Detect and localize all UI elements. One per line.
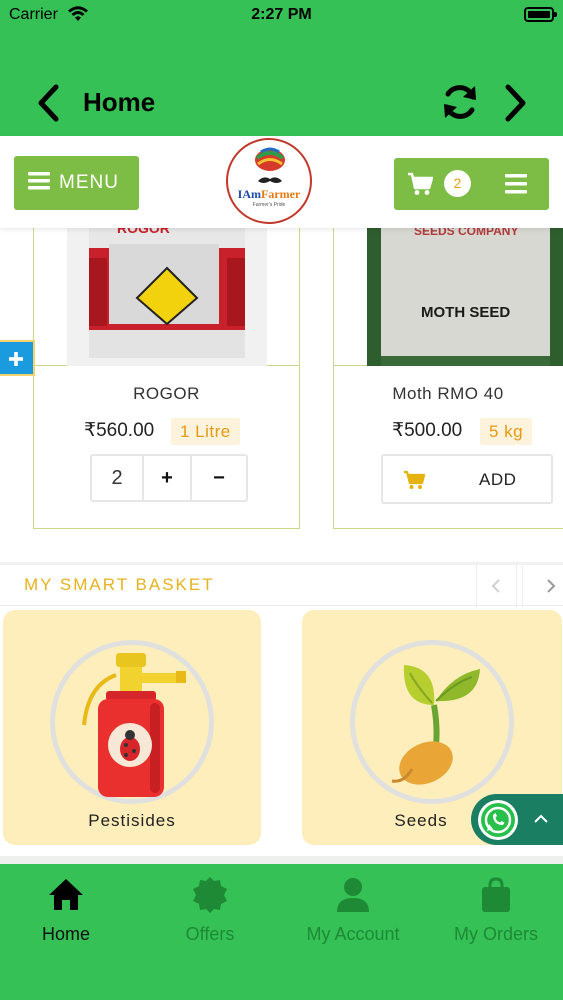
smart-basket-header: MY SMART BASKET	[0, 562, 563, 607]
chevron-right-icon[interactable]	[500, 83, 530, 123]
list-menu-icon[interactable]	[505, 174, 527, 194]
app-screen: Carrier 2:27 PM Home MENU IAmFarmer Farm…	[0, 0, 563, 1000]
product-carousel: ROGOR ROGOR ₹560.00 1 Litre 2 + − SEEDS …	[0, 228, 563, 558]
add-label: ADD	[479, 470, 517, 489]
tab-label: My Orders	[453, 924, 538, 944]
home-icon	[49, 879, 83, 910]
logo-wordmark: IAmFarmer	[237, 187, 301, 201]
top-bar: Carrier 2:27 PM Home	[0, 0, 563, 136]
section-title: MY SMART BASKET	[24, 575, 215, 594]
refresh-icon[interactable]	[440, 82, 480, 122]
cart-icon	[408, 172, 433, 195]
category-label: Pestisides	[88, 811, 176, 830]
product-unit-select[interactable]: 5 kg	[480, 418, 533, 445]
clock: 2:27 PM	[251, 6, 312, 23]
menu-label: MENU	[59, 172, 119, 193]
tab-home[interactable]: Home	[0, 864, 136, 964]
whatsapp-chat-button[interactable]	[471, 794, 563, 845]
product-unit-select[interactable]: 1 Litre	[171, 418, 240, 445]
seed-bag-label: MOTH SEED	[421, 304, 511, 321]
carousel-next-button[interactable]	[522, 565, 563, 607]
category-card-pesticides[interactable]: Pestisides	[3, 610, 261, 845]
product-image[interactable]: ROGOR	[34, 228, 299, 366]
plus-icon	[9, 352, 23, 366]
cart-icon	[404, 470, 425, 489]
chevron-up-icon[interactable]	[532, 810, 550, 828]
seed-bag-brand: SEEDS COMPANY	[414, 228, 519, 238]
product-name: ROGOR	[133, 384, 200, 403]
tab-label: Offers	[185, 924, 235, 944]
chevron-right-icon	[547, 579, 556, 593]
tab-offers[interactable]: Offers	[140, 864, 280, 964]
battery-icon	[524, 7, 557, 22]
product-card[interactable]: SEEDS COMPANY MOTH SEED Moth RMO 40 ₹500…	[333, 228, 563, 529]
tab-label: My Account	[306, 924, 400, 944]
tab-my-account[interactable]: My Account	[283, 864, 423, 964]
carousel-prev-button[interactable]	[476, 565, 517, 607]
chevron-left-icon[interactable]	[34, 83, 64, 123]
hamburger-icon	[28, 172, 50, 190]
add-to-cart-button[interactable]: ADD	[381, 454, 553, 504]
product-name: Moth RMO 40	[392, 384, 504, 403]
product-image-brand: ROGOR	[117, 228, 170, 236]
decrement-button[interactable]: −	[192, 456, 246, 500]
quantity-value[interactable]: 2	[92, 456, 144, 500]
cart-button[interactable]: 2	[394, 158, 549, 210]
side-expand-button[interactable]	[0, 340, 35, 376]
whatsapp-icon	[478, 800, 518, 840]
status-bar: Carrier 2:27 PM	[0, 4, 563, 26]
product-price: ₹500.00	[392, 420, 463, 441]
bottom-tab-bar: Home Offers My Account My Orders	[0, 864, 563, 1000]
seed-bag-image	[367, 228, 563, 366]
turban-icon	[255, 147, 285, 171]
pesticide-bottle-image	[67, 228, 267, 366]
mustache-icon	[258, 177, 282, 183]
quantity-stepper: 2 + −	[90, 454, 248, 502]
user-icon	[337, 878, 369, 912]
store-header: MENU IAmFarmer Farmer's Pride 2	[0, 136, 563, 228]
product-price: ₹560.00	[84, 420, 155, 441]
pesticide-sprayer-icon	[82, 653, 186, 797]
tab-label: Home	[41, 924, 90, 944]
section-divider	[0, 856, 563, 864]
chevron-left-icon	[491, 579, 500, 593]
seedling-icon	[391, 665, 480, 785]
menu-button[interactable]: MENU	[14, 156, 139, 210]
shopping-bag-icon	[482, 877, 510, 912]
logo-tagline: Farmer's Pride	[252, 202, 286, 208]
page-title: Home	[83, 87, 156, 117]
product-image[interactable]: SEEDS COMPANY MOTH SEED	[334, 228, 563, 366]
product-card[interactable]: ROGOR ROGOR ₹560.00 1 Litre 2 + −	[33, 228, 300, 529]
cart-count-badge: 2	[444, 170, 471, 197]
brand-logo[interactable]: IAmFarmer Farmer's Pride	[226, 138, 312, 224]
increment-button[interactable]: +	[144, 456, 192, 500]
tab-my-orders[interactable]: My Orders	[426, 864, 563, 964]
offer-badge-icon	[193, 877, 227, 913]
